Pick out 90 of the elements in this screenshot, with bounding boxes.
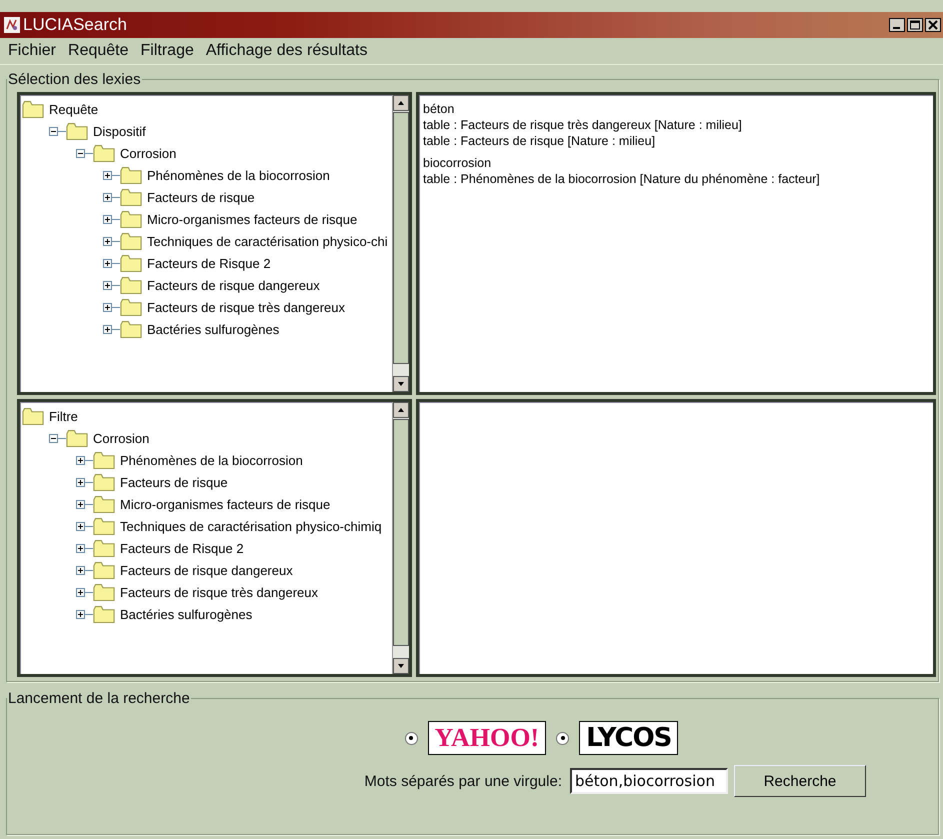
folder-icon — [93, 540, 115, 556]
expand-icon[interactable] — [76, 610, 85, 618]
tree-item[interactable]: Micro-organismes facteurs de risque — [147, 212, 358, 226]
expand-icon[interactable] — [103, 324, 112, 334]
group-title: Sélection des lexies — [7, 71, 142, 88]
folder-icon — [66, 122, 88, 140]
folder-icon — [120, 188, 142, 206]
collapse-icon[interactable] — [76, 148, 85, 158]
collapse-icon[interactable] — [49, 434, 58, 442]
folder-icon — [120, 320, 142, 338]
folder-icon — [93, 452, 115, 468]
folder-icon — [120, 210, 142, 228]
tree-item[interactable]: Facteurs de Risque 2 — [147, 256, 271, 270]
folder-icon — [22, 408, 44, 424]
expand-icon[interactable] — [103, 258, 112, 268]
scroll-down-button[interactable] — [393, 658, 409, 674]
engine-logo: LYCOS — [579, 721, 678, 755]
folder-icon — [120, 254, 142, 272]
folder-icon — [93, 606, 115, 622]
field-label: Mots séparés par une virgule: — [364, 772, 562, 790]
tree-item[interactable]: Facteurs de risque très dangereux — [120, 584, 318, 600]
expand-icon[interactable] — [76, 500, 85, 508]
minimize-button[interactable] — [889, 18, 905, 32]
tree-item[interactable]: Phénomènes de la biocorrosion — [147, 168, 330, 182]
result-term: biocorrosion — [423, 155, 492, 171]
scroll-up-button[interactable] — [393, 402, 409, 418]
tree-item[interactable]: Requête — [49, 102, 98, 116]
folder-icon — [93, 496, 115, 512]
folder-icon — [22, 100, 44, 118]
radio-button[interactable] — [404, 732, 418, 744]
expand-icon[interactable] — [103, 280, 112, 290]
expand-icon[interactable] — [103, 236, 112, 246]
result-term: béton — [423, 101, 456, 117]
tree-item[interactable]: Corrosion — [120, 146, 176, 160]
tree-item[interactable]: Techniques de caractérisation physico-chi — [147, 234, 388, 248]
radio-button[interactable] — [556, 732, 570, 744]
expand-icon[interactable] — [103, 214, 112, 224]
tree-item[interactable]: Bactéries sulfurogènes — [120, 606, 252, 622]
tree-item[interactable]: Facteurs de risque — [147, 190, 255, 204]
tree-item[interactable]: Bactéries sulfurogènes — [147, 322, 280, 336]
scroll-up-button[interactable] — [393, 95, 409, 111]
expand-icon[interactable] — [76, 522, 85, 530]
expand-icon[interactable] — [76, 566, 85, 574]
expand-icon[interactable] — [76, 456, 85, 464]
collapse-icon[interactable] — [49, 126, 58, 136]
expand-icon[interactable] — [76, 588, 85, 596]
folder-icon — [120, 232, 142, 250]
folder-icon — [93, 584, 115, 600]
tree-item[interactable]: Corrosion — [93, 430, 150, 446]
engine-logo: YAHOO! — [428, 721, 546, 755]
result-line: table : Facteurs de risque très dangereux [Nature : milieu] — [423, 117, 743, 133]
group-title: Lancement de la recherche — [7, 690, 191, 707]
close-button[interactable] — [925, 18, 941, 32]
menu-item[interactable]: Requête — [68, 42, 129, 60]
folder-icon — [120, 166, 142, 184]
tree-item[interactable]: Phénomènes de la biocorrosion — [120, 452, 303, 468]
tree-item[interactable]: Techniques de caractérisation physico-chimiq — [120, 518, 382, 534]
expand-icon[interactable] — [76, 544, 85, 552]
tree-item[interactable]: Filtre — [49, 408, 78, 424]
folder-icon — [120, 276, 142, 294]
window-title: LUCIASearch — [23, 15, 127, 35]
folder-icon — [120, 298, 142, 316]
folder-icon — [93, 562, 115, 578]
tree-item[interactable]: Micro-organismes facteurs de risque — [120, 496, 330, 512]
tree-item[interactable]: Facteurs de risque dangereux — [147, 278, 320, 292]
search-button[interactable]: Recherche — [734, 765, 866, 797]
maximize-button[interactable] — [907, 18, 923, 32]
expand-icon[interactable] — [76, 478, 85, 486]
menu-item[interactable]: Fichier — [8, 42, 56, 60]
menu-item[interactable]: Filtrage — [140, 42, 194, 60]
app-icon — [4, 17, 20, 33]
folder-icon — [93, 474, 115, 490]
folder-icon — [93, 518, 115, 534]
keywords-field[interactable]: béton,biocorrosion — [570, 768, 728, 794]
tree-item[interactable]: Dispositif — [93, 124, 146, 138]
scrollbar[interactable] — [392, 95, 409, 392]
scrollbar[interactable] — [392, 402, 409, 674]
folder-icon — [93, 144, 115, 162]
tree-item[interactable]: Facteurs de risque dangereux — [120, 562, 293, 578]
scroll-down-button[interactable] — [393, 376, 409, 392]
tree-item[interactable]: Facteurs de risque — [120, 474, 228, 490]
result-line: table : Phénomènes de la biocorrosion [Nature du phénomène : facteur] — [423, 171, 821, 187]
expand-icon[interactable] — [103, 170, 112, 180]
tree-item[interactable]: Facteurs de Risque 2 — [120, 540, 244, 556]
menu-item[interactable]: Affichage des résultats — [206, 42, 368, 60]
tree-item[interactable]: Facteurs de risque très dangereux — [147, 300, 345, 314]
expand-icon[interactable] — [103, 302, 112, 312]
result-line: table : Facteurs de risque [Nature : milieu] — [423, 133, 656, 149]
expand-icon[interactable] — [103, 192, 112, 202]
folder-icon — [66, 430, 88, 446]
